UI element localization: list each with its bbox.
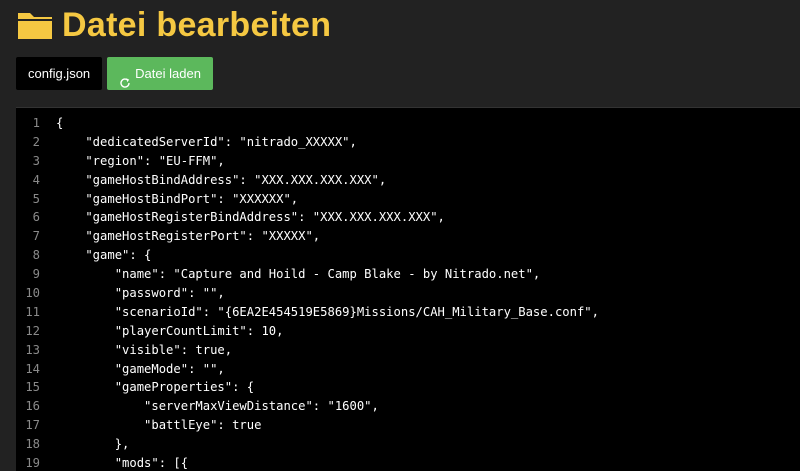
line-code[interactable]: "password": "", <box>56 284 225 303</box>
line-number: 5 <box>32 191 40 206</box>
code-line[interactable]: 3 "region": "EU-FFM", <box>16 152 800 171</box>
line-number: 19 <box>25 456 40 471</box>
code-line[interactable]: 14 "gameMode": "", <box>16 360 800 379</box>
line-number: 10 <box>25 286 40 301</box>
page-header: Datei bearbeiten <box>16 0 331 50</box>
line-number: 16 <box>25 399 40 414</box>
line-code[interactable]: "mods": [{ <box>56 454 188 471</box>
line-code[interactable]: "dedicatedServerId": "nitrado_XXXXX", <box>56 133 357 152</box>
code-line[interactable]: 13 "visible": true, <box>16 341 800 360</box>
line-number: 9 <box>32 267 40 282</box>
line-number: 14 <box>25 361 40 376</box>
line-number: 15 <box>25 380 40 395</box>
line-number: 1 <box>32 116 40 130</box>
line-code[interactable]: { <box>56 114 63 133</box>
toolbar: config.json Datei laden <box>16 57 213 90</box>
code-editor[interactable]: 1{2 "dedicatedServerId": "nitrado_XXXXX"… <box>16 107 800 471</box>
line-number: 18 <box>25 437 40 452</box>
code-line[interactable]: 4 "gameHostBindAddress": "XXX.XXX.XXX.XX… <box>16 171 800 190</box>
line-code[interactable]: "gameHostBindAddress": "XXX.XXX.XXX.XXX"… <box>56 171 386 190</box>
line-code[interactable]: "region": "EU-FFM", <box>56 152 224 171</box>
line-code[interactable]: "gameHostRegisterBindAddress": "XXX.XXX.… <box>56 208 445 227</box>
code-line[interactable]: 10 "password": "", <box>16 284 800 303</box>
config-file-button[interactable]: config.json <box>16 57 103 90</box>
line-code[interactable]: "serverMaxViewDistance": "1600", <box>56 397 379 416</box>
code-line[interactable]: 1{ <box>16 114 800 133</box>
line-code[interactable]: "gameProperties": { <box>56 378 254 397</box>
line-code[interactable]: "gameHostBindPort": "XXXXXX", <box>56 190 298 209</box>
line-number: 2 <box>32 134 40 149</box>
code-line[interactable]: 11 "scenarioId": "{6EA2E454519E5869}Miss… <box>16 303 800 322</box>
code-line[interactable]: 8 "game": { <box>16 246 800 265</box>
line-code[interactable]: "name": "Capture and Hoild - Camp Blake … <box>56 265 541 284</box>
code-line[interactable]: 5 "gameHostBindPort": "XXXXXX", <box>16 190 800 209</box>
refresh-icon <box>119 68 131 88</box>
code-line[interactable]: 2 "dedicatedServerId": "nitrado_XXXXX", <box>16 133 800 152</box>
code-line[interactable]: 6 "gameHostRegisterBindAddress": "XXX.XX… <box>16 208 800 227</box>
line-code[interactable]: "battlEye": true <box>56 416 261 435</box>
code-line[interactable]: 7 "gameHostRegisterPort": "XXXXX", <box>16 227 800 246</box>
code-line[interactable]: 9 "name": "Capture and Hoild - Camp Blak… <box>16 265 800 284</box>
code-lines: 1{2 "dedicatedServerId": "nitrado_XXXXX"… <box>16 114 800 471</box>
load-file-button[interactable]: Datei laden <box>107 57 213 90</box>
line-number: 11 <box>25 304 40 319</box>
code-line[interactable]: 17 "battlEye": true <box>16 416 800 435</box>
page-title: Datei bearbeiten <box>62 6 332 44</box>
line-code[interactable]: "gameMode": "", <box>56 360 225 379</box>
line-code[interactable]: }, <box>56 435 130 454</box>
folder-icon <box>16 8 54 42</box>
line-number: 4 <box>32 172 40 187</box>
code-line[interactable]: 18 }, <box>16 435 800 454</box>
line-number: 3 <box>32 153 40 168</box>
line-code[interactable]: "game": { <box>56 246 151 265</box>
line-code[interactable]: "playerCountLimit": 10, <box>56 322 284 341</box>
line-code[interactable]: "visible": true, <box>56 341 232 360</box>
line-code[interactable]: "gameHostRegisterPort": "XXXXX", <box>56 227 320 246</box>
load-file-label: Datei laden <box>135 66 201 81</box>
line-number: 6 <box>32 210 40 225</box>
line-number: 8 <box>32 248 40 263</box>
code-line[interactable]: 16 "serverMaxViewDistance": "1600", <box>16 397 800 416</box>
line-number: 7 <box>32 229 40 244</box>
line-number: 13 <box>25 342 40 357</box>
code-line[interactable]: 12 "playerCountLimit": 10, <box>16 322 800 341</box>
line-number: 12 <box>25 323 40 338</box>
line-number: 17 <box>25 418 40 433</box>
line-code[interactable]: "scenarioId": "{6EA2E454519E5869}Mission… <box>56 303 599 322</box>
code-line[interactable]: 15 "gameProperties": { <box>16 378 800 397</box>
code-line[interactable]: 19 "mods": [{ <box>16 454 800 471</box>
